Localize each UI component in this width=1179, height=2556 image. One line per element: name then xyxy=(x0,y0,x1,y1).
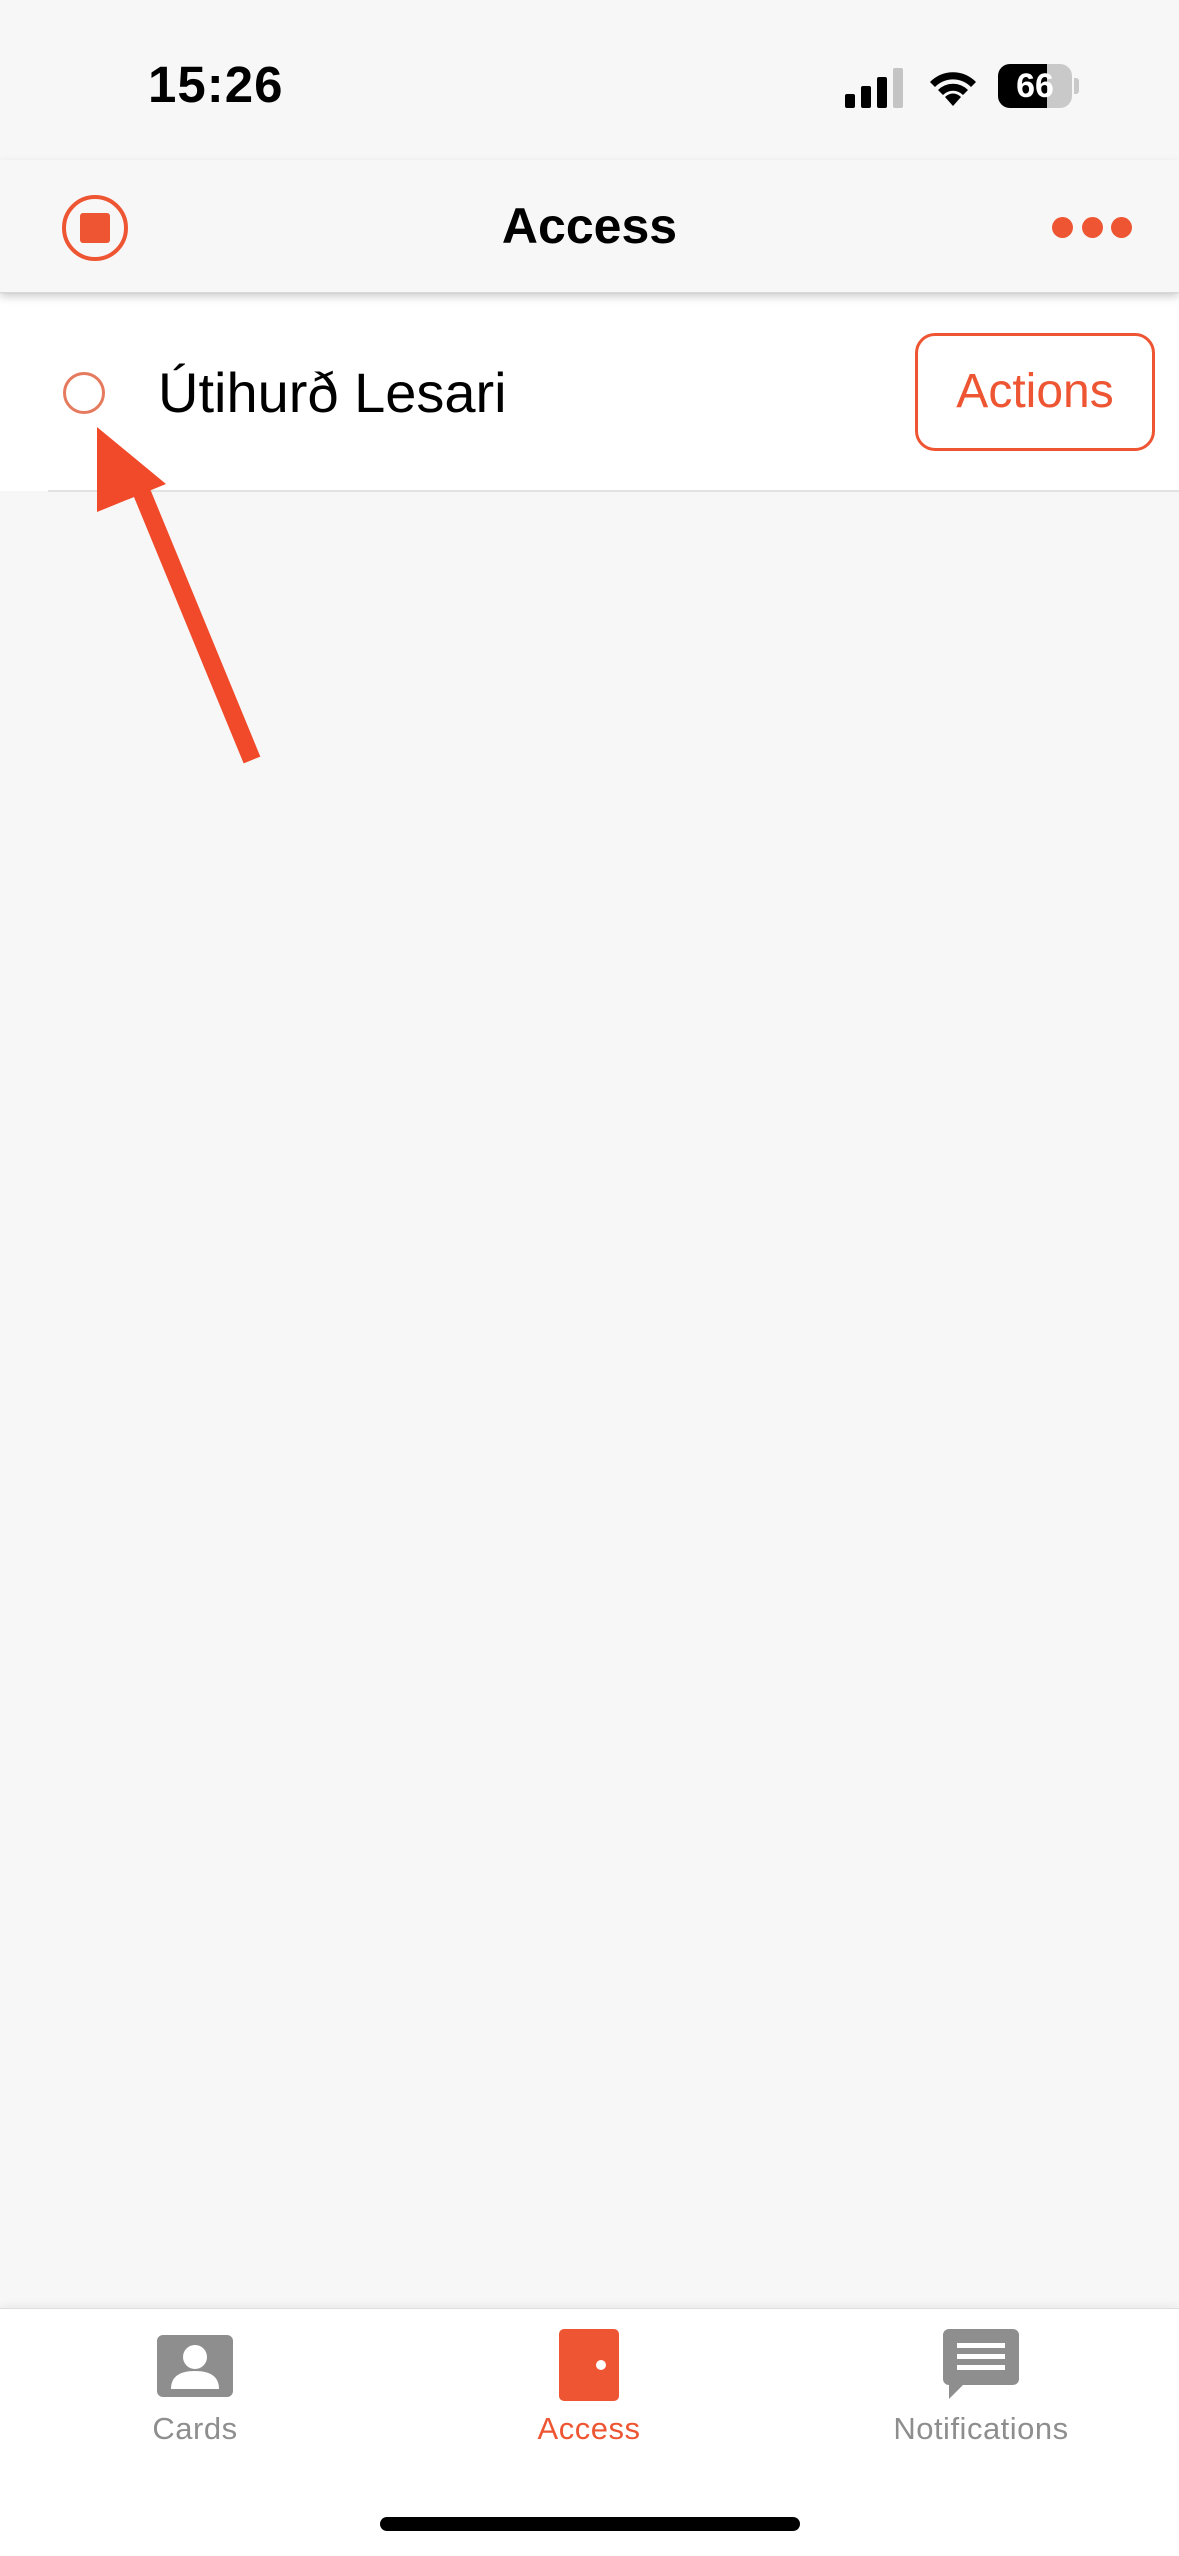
stop-circle-icon[interactable] xyxy=(62,195,128,261)
cellular-signal-icon xyxy=(845,68,903,108)
tab-notifications[interactable]: Notifications xyxy=(831,2309,1131,2479)
status-bar: 15:26 66 xyxy=(0,0,1179,160)
battery-body: 66 xyxy=(998,64,1072,108)
more-dot xyxy=(1052,216,1073,238)
navigation-bar: Access xyxy=(0,160,1179,293)
tab-access[interactable]: Access xyxy=(439,2309,739,2479)
door-icon xyxy=(551,2329,627,2401)
tab-label: Access xyxy=(537,2411,641,2446)
tab-label: Cards xyxy=(152,2411,238,2446)
status-time: 15:26 xyxy=(148,56,284,113)
actions-button[interactable]: Actions xyxy=(915,333,1155,451)
screen: 15:26 66 Access Útihurð Lesari Actions C… xyxy=(0,0,1179,2556)
list-item-title: Útihurð Lesari xyxy=(158,361,507,424)
more-dot xyxy=(1111,216,1132,238)
more-dot xyxy=(1081,216,1103,238)
status-circle-icon xyxy=(63,372,105,414)
battery-percent: 66 xyxy=(1016,67,1054,105)
battery-icon: 66 xyxy=(998,64,1079,108)
battery-tip xyxy=(1074,78,1079,94)
page-title: Access xyxy=(501,198,678,254)
contact-card-icon xyxy=(157,2329,233,2401)
more-dots-icon[interactable] xyxy=(1052,202,1132,252)
tab-cards[interactable]: Cards xyxy=(45,2309,345,2479)
home-indicator[interactable] xyxy=(380,2517,800,2531)
stop-square xyxy=(80,213,110,243)
message-icon xyxy=(943,2329,1019,2401)
tab-label: Notifications xyxy=(893,2411,1069,2446)
row-divider xyxy=(48,490,1179,492)
wifi-icon xyxy=(930,72,976,106)
